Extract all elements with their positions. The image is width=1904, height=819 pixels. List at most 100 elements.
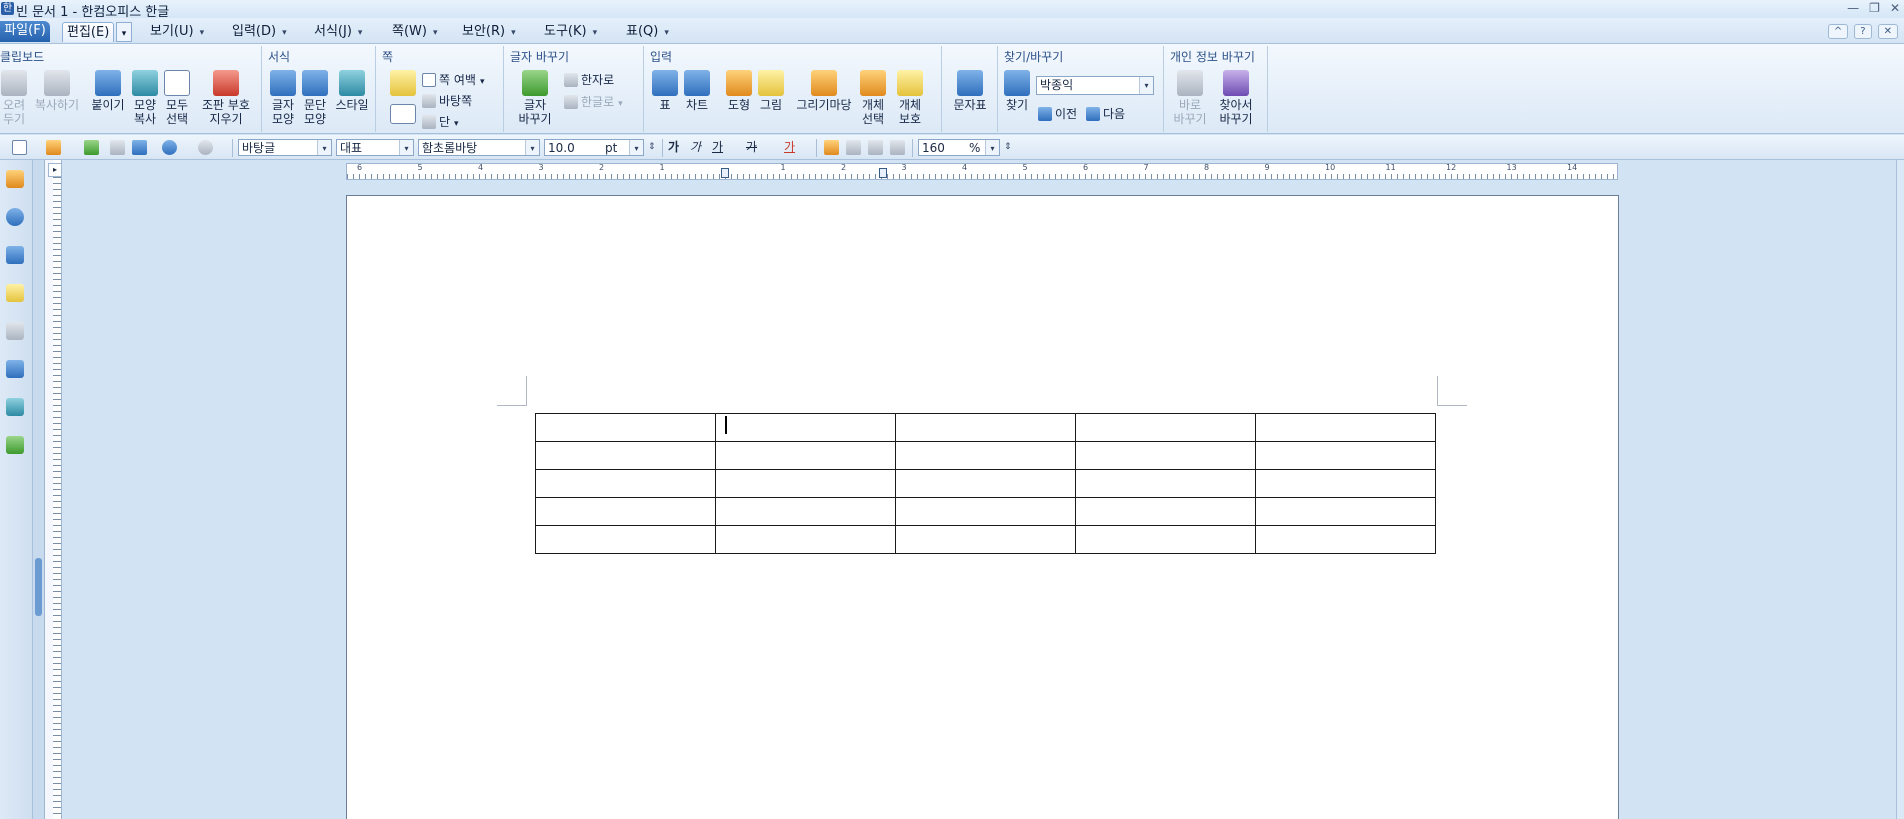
menu-file[interactable]: 파일(F): [0, 21, 50, 42]
help-icon[interactable]: [6, 208, 24, 226]
menu-edit[interactable]: 편집(E): [62, 22, 115, 42]
document-page[interactable]: [346, 195, 1619, 819]
table-cell[interactable]: [715, 497, 896, 526]
chevron-down-icon[interactable]: ▾: [629, 140, 643, 155]
chevron-down-icon[interactable]: ▾: [1139, 77, 1153, 94]
strike-button[interactable]: 가: [746, 139, 757, 156]
menu-insert[interactable]: 입력(D) ▾: [228, 22, 291, 42]
style-select[interactable]: 바탕글 ▾: [238, 139, 332, 156]
table-cell[interactable]: [1075, 413, 1256, 442]
menu-tools[interactable]: 도구(K) ▾: [540, 22, 601, 42]
shape-button[interactable]: 도형: [724, 70, 754, 112]
indent-marker[interactable]: [721, 168, 729, 178]
zoom-stepper[interactable]: ⇕: [1004, 139, 1012, 156]
columns-button[interactable]: 단 ▾: [422, 114, 459, 132]
language-select[interactable]: 대표 ▾: [336, 139, 414, 156]
table-cell[interactable]: [535, 525, 716, 554]
select-object-button[interactable]: 개체 선택: [858, 70, 888, 126]
shape-icon[interactable]: [6, 436, 24, 454]
menu-page[interactable]: 쪽(W) ▾: [388, 22, 442, 42]
bold-button[interactable]: 가: [668, 139, 679, 156]
page-margin-button[interactable]: 쪽 여백 ▾: [422, 72, 484, 90]
panel-splitter[interactable]: [32, 160, 44, 819]
select-all-button[interactable]: 모두 선택: [162, 70, 192, 126]
find-prev-button[interactable]: 이전: [1038, 106, 1077, 122]
table-cell[interactable]: [535, 469, 716, 498]
list-icon[interactable]: [6, 246, 24, 264]
table-cell[interactable]: [535, 413, 716, 442]
save-icon[interactable]: [84, 140, 99, 155]
paste-button[interactable]: 붙이기: [88, 70, 128, 112]
table-button[interactable]: 표: [652, 70, 678, 112]
new-doc-icon[interactable]: [12, 140, 27, 155]
vertical-scrollbar[interactable]: [1896, 160, 1904, 819]
find-query-input[interactable]: 박종익 ▾: [1036, 76, 1154, 95]
font-select[interactable]: 함초롬바탕 ▾: [418, 139, 540, 156]
copy-button[interactable]: 복사하기: [32, 70, 82, 112]
align-right-icon[interactable]: [890, 140, 905, 155]
find-next-button[interactable]: 다음: [1086, 106, 1125, 122]
restore-button[interactable]: ❐: [1869, 1, 1880, 15]
font-size-input[interactable]: 10.0 pt ▾: [544, 139, 644, 156]
chevron-down-icon[interactable]: ▾: [985, 140, 999, 155]
table-cell[interactable]: [895, 469, 1076, 498]
clear-codes-button[interactable]: 조판 부호 지우기: [196, 70, 256, 126]
preview-icon[interactable]: [132, 140, 147, 155]
undo-icon[interactable]: [162, 140, 177, 155]
find-change-button[interactable]: 찾아서 바꾸기: [1214, 70, 1258, 126]
document-icon[interactable]: [6, 322, 24, 340]
char-shape-button[interactable]: 글자 모양: [268, 70, 298, 126]
align-justify-icon[interactable]: [824, 140, 839, 155]
menu-view[interactable]: 보기(U) ▾: [146, 22, 208, 42]
menu-security[interactable]: 보안(R) ▾: [458, 22, 520, 42]
minimize-button[interactable]: —: [1847, 1, 1859, 15]
menu-format[interactable]: 서식(J) ▾: [310, 22, 366, 42]
table-cell[interactable]: [1255, 469, 1436, 498]
redo-icon[interactable]: [198, 140, 213, 155]
background-page-button[interactable]: 바탕쪽: [422, 93, 472, 109]
document-table[interactable]: [535, 413, 1436, 554]
table-cell[interactable]: [535, 441, 716, 470]
menu-table[interactable]: 표(Q) ▾: [622, 22, 673, 42]
close-doc-button[interactable]: ✕: [1877, 24, 1898, 39]
right-marker[interactable]: [879, 168, 887, 178]
zoom-input[interactable]: 160% ▾: [918, 139, 1000, 156]
splitter-handle[interactable]: [35, 558, 42, 616]
table-cell[interactable]: [715, 469, 896, 498]
table-cell[interactable]: [1255, 525, 1436, 554]
char-map-button[interactable]: 문자표: [946, 70, 994, 112]
table-cell[interactable]: [715, 413, 896, 442]
picture-button[interactable]: 그림: [756, 70, 786, 112]
book-icon[interactable]: [6, 170, 24, 188]
style-button[interactable]: 스타일: [332, 70, 372, 112]
chart-button[interactable]: 차트: [682, 70, 712, 112]
tab-selector[interactable]: ▸: [48, 163, 62, 177]
table-cell[interactable]: [1075, 469, 1256, 498]
chevron-down-icon[interactable]: ▾: [399, 140, 413, 155]
help-button[interactable]: ?: [1854, 24, 1872, 39]
table-cell[interactable]: [895, 413, 1076, 442]
align-left-icon[interactable]: [846, 140, 861, 155]
table-cell[interactable]: [1255, 497, 1436, 526]
find-button[interactable]: 찾기: [1002, 70, 1032, 112]
table-cell[interactable]: [895, 525, 1076, 554]
to-hangul-button[interactable]: 한글로 ▾: [564, 94, 623, 112]
lightning-icon[interactable]: [6, 284, 24, 302]
table-cell[interactable]: [715, 525, 896, 554]
italic-button[interactable]: 가: [690, 139, 701, 156]
cut-button[interactable]: 오려 두기: [0, 70, 28, 126]
change-chars-button[interactable]: 글자 바꾸기: [512, 70, 558, 126]
form-icon[interactable]: [6, 360, 24, 378]
font-size-stepper[interactable]: ⇕: [648, 139, 656, 156]
change-now-button[interactable]: 바로 바꾸기: [1170, 70, 1210, 126]
font-color-button[interactable]: 가: [784, 139, 795, 156]
collapse-ribbon-button[interactable]: ^: [1827, 24, 1849, 39]
chevron-down-icon[interactable]: ▾: [525, 140, 539, 155]
table-cell[interactable]: [895, 441, 1076, 470]
table-cell[interactable]: [1255, 413, 1436, 442]
format-copy-button[interactable]: 모양 복사: [130, 70, 160, 126]
print-icon[interactable]: [110, 140, 125, 155]
ribbon-expand-button[interactable]: ▾: [116, 22, 132, 42]
page-setup-button[interactable]: [388, 70, 418, 98]
table-cell[interactable]: [715, 441, 896, 470]
